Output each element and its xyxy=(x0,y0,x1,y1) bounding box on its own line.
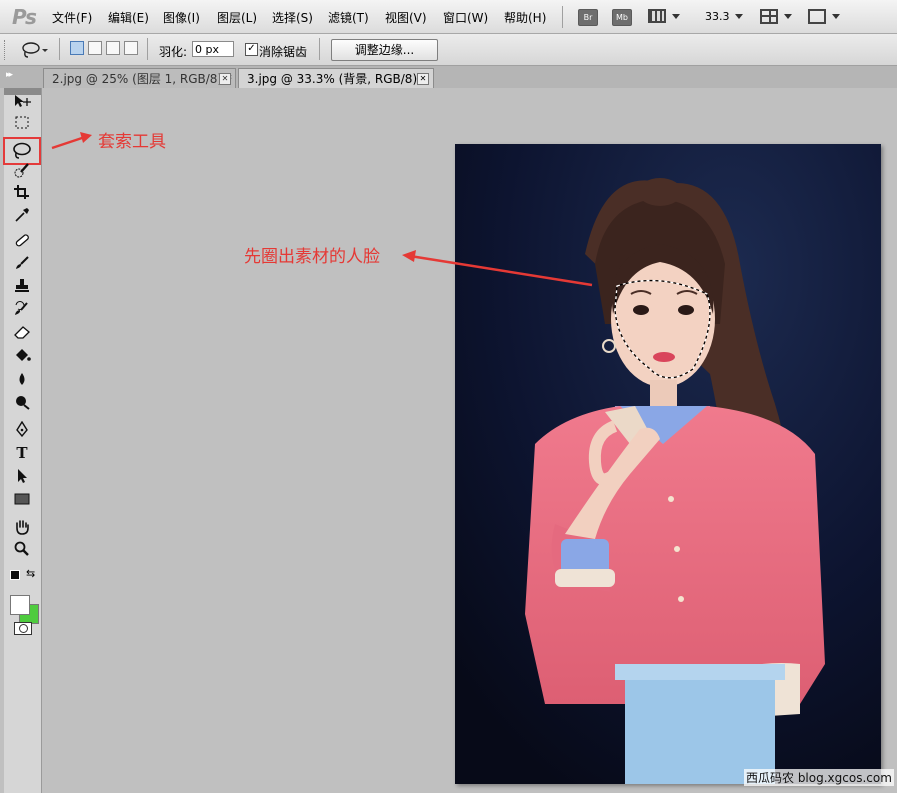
watermark-text: 西瓜码农 blog.xgcos.com xyxy=(744,769,894,786)
annotation-arrows xyxy=(51,132,593,287)
annotation-lasso-label: 套索工具 xyxy=(98,132,166,152)
annotation-face-label: 先圈出素材的人脸 xyxy=(244,247,380,267)
